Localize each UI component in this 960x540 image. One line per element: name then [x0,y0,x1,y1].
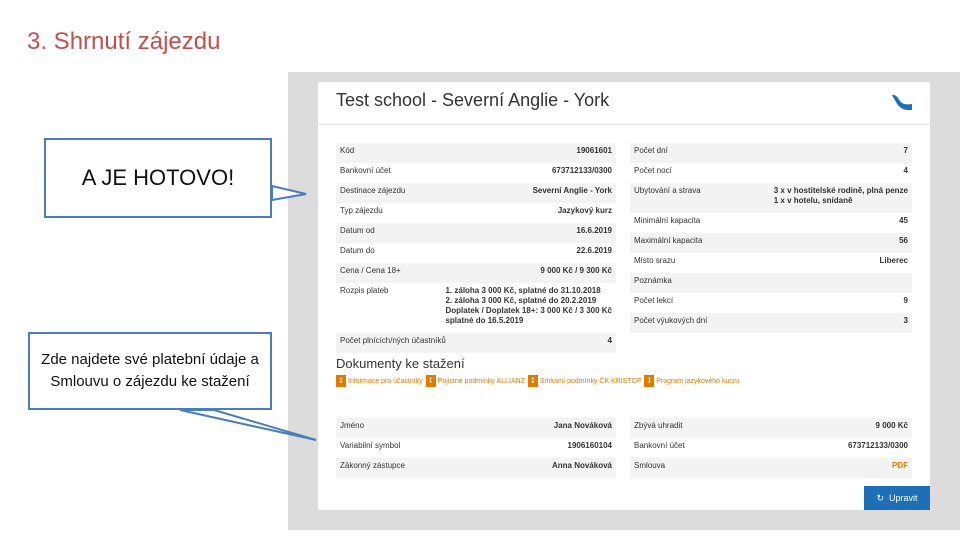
documents-list: ↧ Informace pro účastníky ↧ Pojistné podmí… [336,375,739,387]
payment-row: Zákonný zástupce Anna Nováková [336,458,616,478]
payment-schedule-row: Rozpis plateb 1. záloha 3 000 Kč, splatné… [340,286,612,325]
documents-heading: Dokumenty ke stažení [336,356,465,371]
accommodation-row: Ubytování a strava 3 x v hostitelské rodi… [630,183,912,213]
contract-row: Smlouva PDF [630,458,912,478]
contract-pdf-link[interactable]: PDF [892,461,908,471]
info-row: Místo srazu Liberec [634,256,908,265]
info-row: Cena / Cena 18+ 9 000 Kč / 9 300 Kč [336,263,616,283]
payment-row: Zbývá uhradit 9 000 Kč [630,418,912,438]
document-icon: ↧ [644,375,655,387]
doc-link-course-program[interactable]: ↧ Program jazykového kurzu [644,375,739,387]
document-icon: ↧ [425,375,436,387]
doc-link-contract-terms[interactable]: ↧ Smluvní podmínky CK KRISTOF [527,375,641,387]
info-row: Kód 19061601 [336,143,616,163]
payment-row: Variabilní symbol 1906160104 [340,441,612,450]
callout-done: A JE HOTOVO! [44,138,272,218]
trip-info-right: Počet dní 7 Počet nocí 4 Ubytování a strav… [630,143,912,333]
info-row: Počet plnících/ných účastníků 4 [336,333,616,353]
payment-row: Jméno Jana Nováková [336,418,616,438]
trip-summary-card: Test school - Severní Anglie - York Kód 1… [318,82,930,510]
info-row: Datum do 22.6.2019 [340,246,612,255]
trip-title: Test school - Severní Anglie - York [336,90,610,110]
info-row: Destinace zájezdu Severní Anglie - York [336,183,616,203]
payment-info-left: Jméno Jana Nováková Variabilní symbol 1906… [336,418,616,478]
slide-title: 3. Shrnutí zájezdu [27,28,221,55]
info-row: Minimální kapacita 45 [634,216,908,225]
brand-logo-icon [892,94,912,110]
payment-info-right: Zbývá uhradit 9 000 Kč Bankovní účet 67371… [630,418,912,478]
payment-row: Bankovní účet 673712133/0300 [634,441,908,450]
doc-link-participant-info[interactable]: ↧ Informace pro účastníky [336,375,423,387]
info-row: Počet nocí 4 [634,166,908,175]
card-header: Test school - Severní Anglie - York [318,82,930,125]
edit-button[interactable]: ↻ Upravit [864,486,930,510]
info-row: Počet dní 7 [630,143,912,163]
info-row: Bankovní účet 673712133/0300 [340,166,612,175]
info-row: Maximální kapacita 56 [630,233,912,253]
app-screenshot: Test school - Severní Anglie - York Kód 1… [288,72,960,530]
info-row: Počet lekcí 9 [634,296,908,305]
doc-link-insurance-terms[interactable]: ↧ Pojistné podmínky ALLIANZ [425,375,525,387]
info-row: Typ zájezdu Jazykový kurz [340,206,612,215]
document-icon: ↧ [336,375,346,387]
trip-info-left: Kód 19061601 Bankovní účet 673712133/0300 … [336,143,616,353]
callout-payment-info: Zde najdete své platební údaje a Smlouvu… [28,332,272,410]
info-row: Poznámka [630,273,912,293]
info-row: Datum od 16.6.2019 [336,223,616,243]
document-icon: ↧ [527,375,538,387]
info-row: Počet výukových dní 3 [630,313,912,333]
edit-icon: ↻ [876,492,885,503]
